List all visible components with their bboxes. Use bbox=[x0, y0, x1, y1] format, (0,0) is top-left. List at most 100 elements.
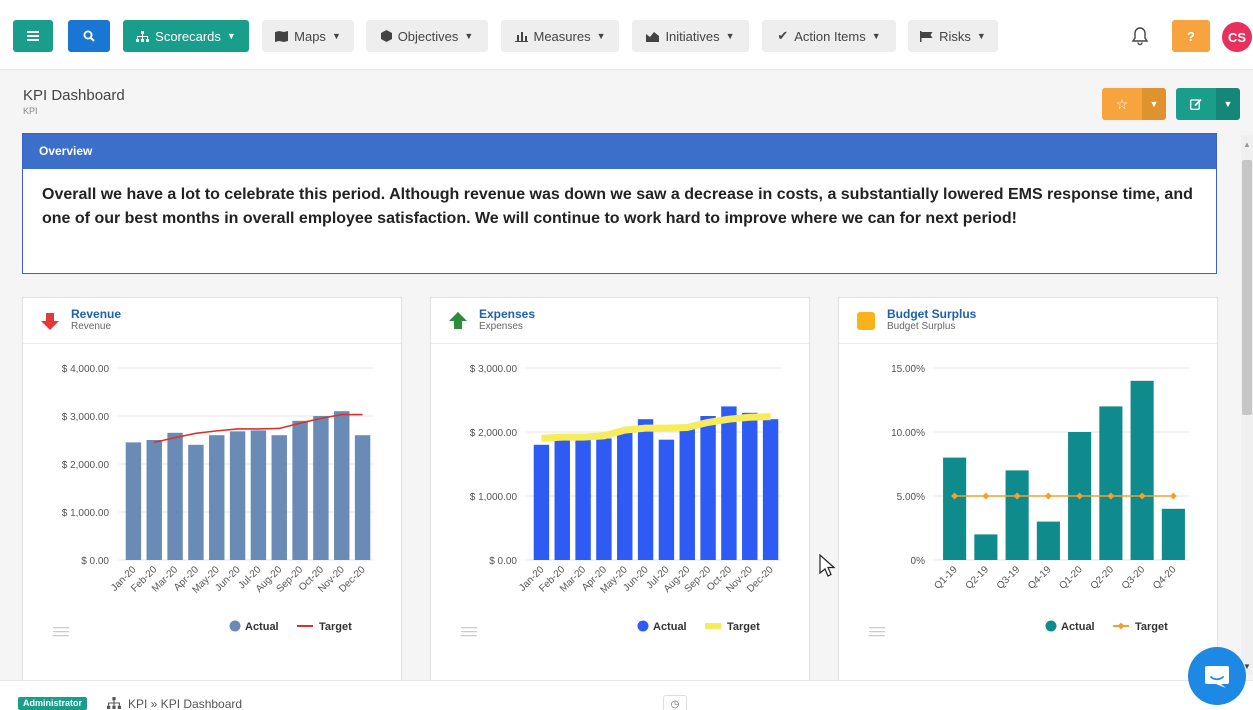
footer-bar: Administrator KPI » KPI Dashboard ◷ bbox=[0, 680, 1253, 710]
favorite-button[interactable]: ☆ bbox=[1102, 88, 1142, 120]
bar-mark bbox=[554, 439, 570, 560]
bar-mark bbox=[271, 435, 287, 560]
legend-label-actual: Actual bbox=[1061, 621, 1095, 633]
y-tick-label: 5.00% bbox=[897, 492, 925, 503]
menu-button[interactable] bbox=[13, 20, 53, 52]
card-title[interactable]: Revenue bbox=[71, 307, 121, 321]
caret-down-icon: ▼ bbox=[464, 31, 474, 41]
bar-mark bbox=[167, 432, 183, 560]
history-button[interactable]: ◷ bbox=[663, 695, 687, 710]
breadcrumb[interactable]: KPI » KPI Dashboard bbox=[128, 697, 242, 710]
top-navbar: Scorecards ▼ Maps ▼ Objectives ▼ Measure… bbox=[0, 0, 1253, 70]
scrollbar-thumb[interactable] bbox=[1242, 160, 1252, 415]
arrow-up-icon bbox=[449, 312, 467, 329]
bar-mark bbox=[679, 425, 695, 560]
target-point-mark bbox=[1044, 492, 1052, 500]
x-tick-label: Q3-19 bbox=[995, 564, 1023, 592]
hamburger-icon bbox=[27, 31, 39, 41]
bar-mark bbox=[146, 440, 162, 560]
bar-mark bbox=[721, 406, 737, 560]
legend-swatch-actual bbox=[229, 620, 241, 632]
page-subtitle: KPI bbox=[23, 106, 38, 116]
card-title[interactable]: Expenses bbox=[479, 307, 535, 321]
overview-text: Overall we have a lot to celebrate this … bbox=[42, 186, 1193, 227]
x-tick-label: Q4-20 bbox=[1151, 564, 1179, 592]
sitemap-icon bbox=[107, 697, 121, 709]
budget-surplus-chart: 0%5.00%10.00%15.00%Q1-19 Q2-19 Q3-19 Q4-19 Q… bbox=[891, 364, 1189, 633]
edit-button[interactable] bbox=[1176, 88, 1216, 120]
nav-risks[interactable]: Risks ▼ bbox=[908, 20, 998, 52]
bar-mark bbox=[292, 420, 308, 560]
y-tick-label: $ 0.00 bbox=[489, 556, 517, 567]
nav-maps[interactable]: Maps ▼ bbox=[262, 20, 354, 52]
x-tick-label: Q4-19 bbox=[1026, 564, 1054, 592]
nav-action-items[interactable]: ✔ Action Items ▼ bbox=[762, 20, 896, 52]
nav-initiatives[interactable]: Initiatives ▼ bbox=[632, 20, 749, 52]
bar-mark bbox=[617, 432, 633, 560]
card-subtitle: Revenue bbox=[71, 321, 112, 332]
bar-chart-icon bbox=[514, 31, 528, 42]
chart-menu-icon[interactable] bbox=[869, 626, 885, 638]
bar-mark bbox=[658, 439, 675, 560]
y-tick-label: 10.00% bbox=[891, 428, 925, 439]
help-button[interactable]: ? bbox=[1172, 20, 1210, 52]
avatar[interactable]: CS bbox=[1222, 22, 1252, 52]
x-tick-label: Q2-19 bbox=[964, 564, 992, 592]
nav-scorecards[interactable]: Scorecards ▼ bbox=[123, 20, 249, 52]
nav-objectives[interactable]: Objectives ▼ bbox=[366, 20, 488, 52]
cube-icon bbox=[380, 30, 392, 42]
bar-mark bbox=[250, 430, 267, 560]
revenue-card: Revenue Revenue $ 0.00 $ 1,000.00 $ 2,000.… bbox=[22, 297, 402, 687]
search-button[interactable] bbox=[68, 20, 110, 52]
expenses-card: Expenses Expenses $ 0.00 $ 1,000.00 $ 2,00… bbox=[430, 297, 810, 687]
y-tick-label: 15.00% bbox=[891, 364, 925, 375]
search-icon bbox=[83, 30, 95, 42]
check-icon: ✔ bbox=[777, 28, 789, 43]
caret-down-icon: ▼ bbox=[871, 31, 881, 41]
scroll-up-icon[interactable]: ▲ bbox=[1243, 140, 1251, 149]
bell-icon[interactable] bbox=[1130, 26, 1150, 46]
bar-mark bbox=[354, 435, 371, 560]
caret-down-icon: ▼ bbox=[976, 31, 986, 41]
nav-measures[interactable]: Measures ▼ bbox=[501, 20, 619, 52]
help-label: ? bbox=[1187, 28, 1195, 44]
bar-mark bbox=[533, 444, 550, 560]
mouse-cursor-icon bbox=[819, 554, 836, 577]
edit-dropdown-button[interactable]: ▼ bbox=[1216, 88, 1240, 120]
flag-icon bbox=[920, 30, 933, 42]
map-icon bbox=[275, 30, 289, 42]
bar-mark bbox=[188, 444, 204, 560]
bar-mark bbox=[209, 435, 225, 560]
chat-launcher-button[interactable] bbox=[1188, 647, 1246, 705]
arrow-down-icon bbox=[41, 313, 59, 330]
y-tick-label: 0% bbox=[911, 556, 926, 567]
bar-mark bbox=[575, 439, 591, 560]
area-chart-icon bbox=[646, 31, 660, 42]
chat-icon bbox=[1205, 666, 1229, 688]
card-title[interactable]: Budget Surplus bbox=[887, 307, 976, 321]
favorite-dropdown-button[interactable]: ▼ bbox=[1142, 88, 1166, 120]
x-tick-label: Q3-20 bbox=[1120, 564, 1148, 592]
target-point-mark bbox=[982, 492, 990, 500]
legend-label-target: Target bbox=[1135, 621, 1168, 633]
card-header: Revenue Revenue bbox=[23, 298, 401, 344]
target-point-mark bbox=[1169, 492, 1177, 500]
square-icon bbox=[857, 312, 875, 330]
y-tick-label: $ 1,000.00 bbox=[62, 508, 110, 519]
x-tick-label: Q2-20 bbox=[1089, 564, 1117, 592]
chart-menu-icon[interactable] bbox=[53, 626, 69, 638]
legend-swatch-actual bbox=[637, 620, 649, 632]
bar-mark bbox=[596, 438, 612, 560]
bar-mark bbox=[1036, 521, 1060, 560]
caret-down-icon: ▼ bbox=[331, 31, 341, 41]
chart-menu-icon[interactable] bbox=[461, 626, 477, 638]
budget-surplus-card: Budget Surplus Budget Surplus 0% 5.00% 10.… bbox=[838, 297, 1218, 687]
bar-mark bbox=[334, 411, 350, 560]
card-subtitle: Expenses bbox=[479, 321, 523, 332]
x-tick-label: Q1-20 bbox=[1057, 564, 1085, 592]
sitemap-icon bbox=[136, 30, 150, 42]
legend-label-target: Target bbox=[319, 621, 352, 633]
y-tick-label: $ 3,000.00 bbox=[62, 412, 110, 423]
edit-icon bbox=[1190, 98, 1202, 110]
y-tick-label: $ 2,000.00 bbox=[62, 460, 110, 471]
